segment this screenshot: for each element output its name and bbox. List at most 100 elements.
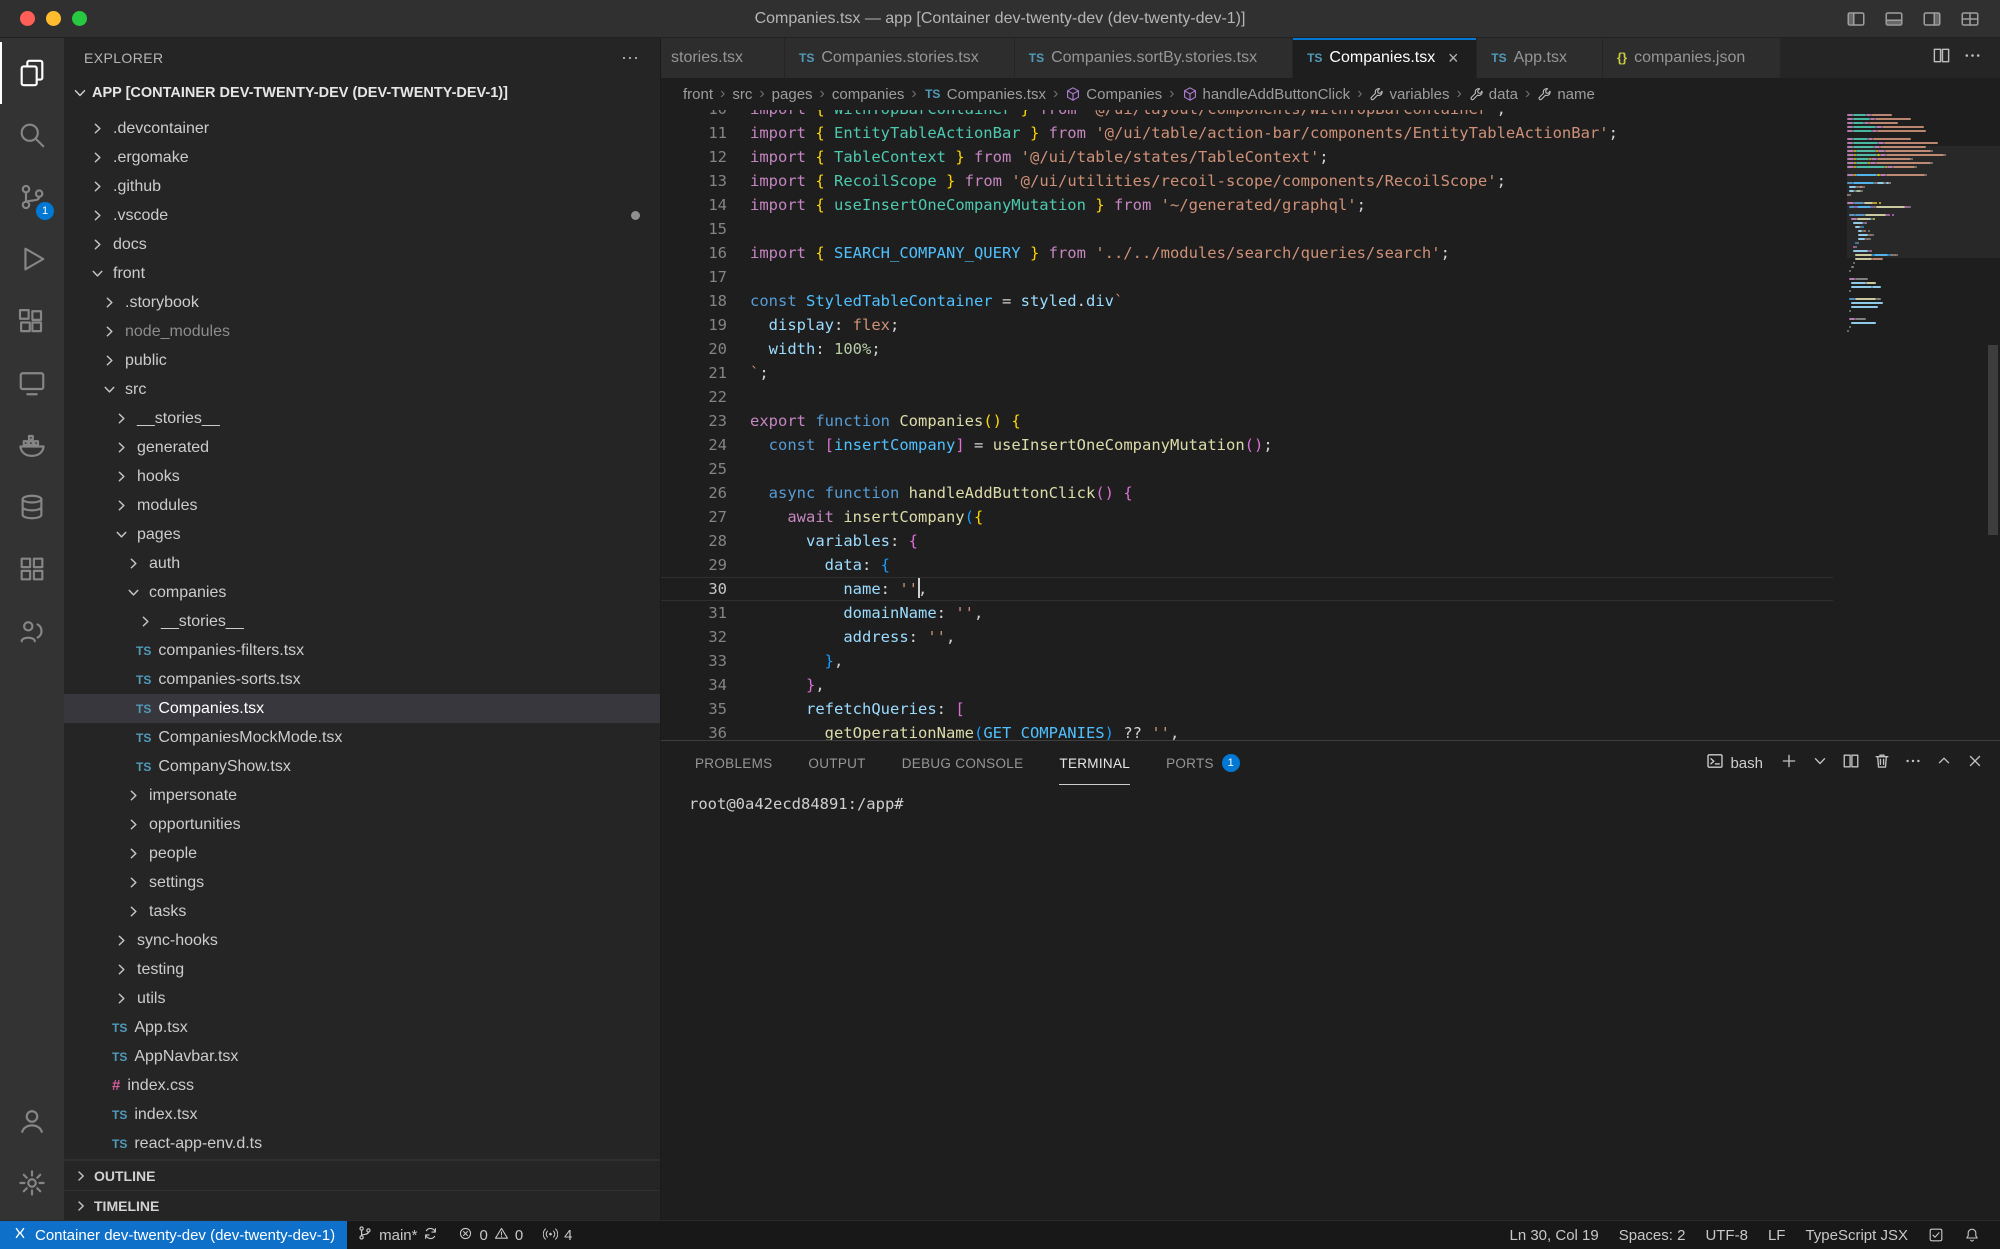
shell-selector[interactable]: bash (1706, 752, 1763, 774)
close-panel-icon[interactable] (1966, 752, 1984, 775)
encoding-status[interactable]: UTF-8 (1695, 1221, 1758, 1249)
cursor-position-status[interactable]: Ln 30, Col 19 (1499, 1221, 1608, 1249)
code-editor[interactable]: 1011121314151617181920212223242526272829… (661, 110, 2000, 740)
problems-status[interactable]: 00 (448, 1221, 533, 1249)
breadcrumb-item-companies-tsx[interactable]: TSCompanies.tsx (924, 86, 1046, 103)
tree-item-companies-sorts-tsx[interactable]: TScompanies-sorts.tsx (64, 665, 660, 694)
breadcrumb-item-pages[interactable]: pages (772, 86, 813, 103)
tree-item-public[interactable]: public (64, 346, 660, 375)
line-number-22[interactable]: 22 (661, 385, 727, 409)
tree-item-people[interactable]: people (64, 839, 660, 868)
new-terminal-icon[interactable] (1780, 752, 1798, 775)
tree-item-index-css[interactable]: #index.css (64, 1071, 660, 1100)
tab-companies-tsx[interactable]: TSCompanies.tsx× (1293, 38, 1477, 78)
terminal-more-actions-icon[interactable] (1904, 752, 1922, 775)
maximize-panel-icon[interactable] (1935, 752, 1953, 775)
workspace-section-header[interactable]: APP [CONTAINER DEV-TWENTY-DEV (DEV-TWENT… (64, 78, 660, 108)
breadcrumb-item-companies[interactable]: companies (832, 86, 905, 103)
tree-item-companiesmockmode-tsx[interactable]: TSCompaniesMockMode.tsx (64, 723, 660, 752)
toggle-secondary-sidebar-icon[interactable] (1918, 5, 1946, 33)
tree-item-stories[interactable]: __stories__ (64, 404, 660, 433)
breadcrumb-item-variables[interactable]: variables (1369, 86, 1449, 103)
database-icon[interactable] (0, 476, 64, 538)
line-number-16[interactable]: 16 (661, 241, 727, 265)
breadcrumb-item-src[interactable]: src (732, 86, 752, 103)
code-line-10[interactable]: import { WithTopBarContainer } from '@/u… (750, 110, 1847, 121)
line-number-23[interactable]: 23 (661, 409, 727, 433)
eol-status[interactable]: LF (1758, 1221, 1796, 1249)
line-number-14[interactable]: 14 (661, 193, 727, 217)
remote-indicator[interactable]: Container dev-twenty-dev (dev-twenty-dev… (0, 1221, 347, 1249)
breadcrumb-item-companies[interactable]: Companies (1065, 86, 1162, 103)
line-number-10[interactable]: 10 (661, 110, 727, 121)
run-debug-icon[interactable] (0, 228, 64, 290)
code-line-14[interactable]: import { useInsertOneCompanyMutation } f… (750, 193, 1847, 217)
panel-tab-debug-console[interactable]: DEBUG CONSOLE (902, 741, 1024, 785)
panel-tab-problems[interactable]: PROBLEMS (695, 741, 772, 785)
settings-gear-icon[interactable] (0, 1152, 64, 1214)
tree-item-settings[interactable]: settings (64, 868, 660, 897)
split-editor-icon[interactable] (1932, 46, 1951, 70)
kubernetes-icon[interactable] (0, 538, 64, 600)
indentation-status[interactable]: Spaces: 2 (1609, 1221, 1696, 1249)
line-number-33[interactable]: 33 (661, 649, 727, 673)
tab-companies-json[interactable]: {}companies.json (1603, 38, 1781, 78)
line-number-35[interactable]: 35 (661, 697, 727, 721)
code-line-24[interactable]: const [insertCompany] = useInsertOneComp… (750, 433, 1847, 457)
panel-tab-terminal[interactable]: TERMINAL (1059, 741, 1130, 785)
terminal-content[interactable]: root@0a42ecd84891:/app# (661, 785, 2000, 1220)
git-branch-status[interactable]: main* (347, 1221, 448, 1249)
breadcrumb-item-data[interactable]: data (1469, 86, 1518, 103)
line-number-12[interactable]: 12 (661, 145, 727, 169)
forwarded-ports-status[interactable]: 4 (533, 1221, 582, 1249)
sidebar-section-timeline[interactable]: TIMELINE (64, 1190, 660, 1220)
zoom-window-button[interactable] (72, 11, 87, 26)
tree-item-devcontainer[interactable]: .devcontainer (64, 114, 660, 143)
tree-item-modules[interactable]: modules (64, 491, 660, 520)
code-line-12[interactable]: import { TableContext } from '@/ui/table… (750, 145, 1847, 169)
live-share-icon[interactable] (0, 600, 64, 662)
sidebar-section-outline[interactable]: OUTLINE (64, 1160, 660, 1190)
code-line-28[interactable]: variables: { (750, 529, 1847, 553)
close-tab-icon[interactable]: × (1442, 48, 1464, 69)
minimize-window-button[interactable] (46, 11, 61, 26)
line-number-26[interactable]: 26 (661, 481, 727, 505)
line-number-36[interactable]: 36 (661, 721, 727, 740)
code-line-11[interactable]: import { EntityTableActionBar } from '@/… (750, 121, 1847, 145)
account-icon[interactable] (0, 1090, 64, 1152)
code-line-15[interactable] (750, 217, 1847, 241)
close-window-button[interactable] (20, 11, 35, 26)
toggle-primary-sidebar-icon[interactable] (1842, 5, 1870, 33)
extensions-icon[interactable] (0, 290, 64, 352)
line-number-28[interactable]: 28 (661, 529, 727, 553)
tree-item-testing[interactable]: testing (64, 955, 660, 984)
code-line-13[interactable]: import { RecoilScope } from '@/ui/utilit… (750, 169, 1847, 193)
remote-explorer-icon[interactable] (0, 352, 64, 414)
line-number-29[interactable]: 29 (661, 553, 727, 577)
line-number-24[interactable]: 24 (661, 433, 727, 457)
line-number-25[interactable]: 25 (661, 457, 727, 481)
line-number-27[interactable]: 27 (661, 505, 727, 529)
tab-companies-stories-tsx[interactable]: TSCompanies.stories.tsx (785, 38, 1015, 78)
tree-item-front[interactable]: front (64, 259, 660, 288)
tree-item-pages[interactable]: pages (64, 520, 660, 549)
search-icon[interactable] (0, 104, 64, 166)
breadcrumb-item-front[interactable]: front (683, 86, 713, 103)
launch-profile-icon[interactable] (1811, 752, 1829, 775)
editor-scrollbar[interactable] (1988, 345, 1998, 535)
tab-stories-tsx[interactable]: stories.tsx (661, 38, 785, 78)
split-terminal-icon[interactable] (1842, 752, 1860, 775)
code-line-29[interactable]: data: { (750, 553, 1847, 577)
panel-tab-output[interactable]: OUTPUT (808, 741, 865, 785)
tree-item-companies-tsx[interactable]: TSCompanies.tsx (64, 694, 660, 723)
code-line-36[interactable]: getOperationName(GET_COMPANIES) ?? '', (750, 721, 1847, 740)
code-line-26[interactable]: async function handleAddButtonClick() { (750, 481, 1847, 505)
editor-more-actions-icon[interactable] (1963, 46, 1982, 70)
kill-terminal-icon[interactable] (1873, 752, 1891, 775)
line-number-11[interactable]: 11 (661, 121, 727, 145)
editor-code[interactable]: import { WithTopBarContainer } from '@/u… (727, 110, 1847, 740)
tree-item-vscode[interactable]: .vscode (64, 201, 660, 230)
code-line-17[interactable] (750, 265, 1847, 289)
tree-item-index-tsx[interactable]: TSindex.tsx (64, 1100, 660, 1129)
explorer-more-actions-icon[interactable]: ⋯ (621, 48, 640, 69)
